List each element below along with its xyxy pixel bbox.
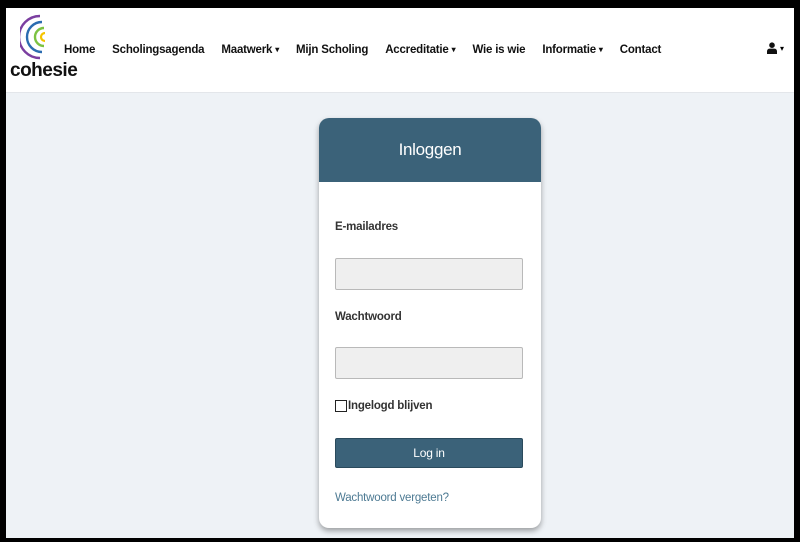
user-icon <box>766 42 777 54</box>
user-menu-button[interactable]: ▾ <box>766 42 784 54</box>
nav-item-informatie-label: Informatie <box>542 44 596 56</box>
remember-me-label[interactable]: Ingelogd blijven <box>348 400 433 412</box>
nav-item-contact-label: Contact <box>619 44 662 56</box>
chevron-down-icon: ▾ <box>598 45 603 54</box>
chevron-down-icon: ▾ <box>275 45 280 54</box>
password-label: Wachtwoord <box>335 311 402 323</box>
password-field[interactable] <box>335 347 523 379</box>
chevron-down-icon: ▾ <box>779 43 784 53</box>
login-card: Inloggen E-mailadres Wachtwoord Ingelogd… <box>319 118 541 528</box>
top-navbar: cohesie Home Scholingsagenda Maatwerk ▾ M… <box>6 8 794 93</box>
login-card-header: Inloggen <box>319 118 541 182</box>
nav-item-wie-is-wie[interactable]: Wie is wie <box>472 44 525 56</box>
nav-item-scholingsagenda-label: Scholingsagenda <box>112 44 205 56</box>
nav-item-accreditatie[interactable]: Accreditatie ▾ <box>385 44 455 56</box>
email-field[interactable] <box>335 258 523 290</box>
nav-item-accreditatie-label: Accreditatie <box>385 44 449 56</box>
remember-me-checkbox[interactable] <box>335 400 347 412</box>
nav-item-scholingsagenda[interactable]: Scholingsagenda <box>112 44 204 56</box>
nav-item-maatwerk[interactable]: Maatwerk ▾ <box>221 44 279 56</box>
browser-viewport: cohesie Home Scholingsagenda Maatwerk ▾ M… <box>6 8 794 538</box>
nav-item-informatie[interactable]: Informatie ▾ <box>542 44 603 56</box>
chevron-down-icon: ▾ <box>451 45 456 54</box>
logo-text: cohesie <box>10 60 78 81</box>
logo-arcs-icon <box>20 14 46 60</box>
nav-item-home[interactable]: Home <box>64 44 95 56</box>
nav-item-wie-is-wie-label: Wie is wie <box>472 44 526 56</box>
login-button[interactable]: Log in <box>335 438 523 468</box>
nav-item-mijn-scholing-label: Mijn Scholing <box>296 44 369 56</box>
nav-item-home-label: Home <box>64 44 96 56</box>
nav-item-mijn-scholing[interactable]: Mijn Scholing <box>296 44 368 56</box>
cohesie-logo[interactable]: cohesie <box>10 14 78 86</box>
nav-item-maatwerk-label: Maatwerk <box>221 44 273 56</box>
email-label: E-mailadres <box>335 221 398 233</box>
remember-me: Ingelogd blijven <box>335 400 433 412</box>
login-title: Inloggen <box>398 140 462 159</box>
main-nav: Home Scholingsagenda Maatwerk ▾ Mijn Scho… <box>64 44 678 56</box>
forgot-password-link[interactable]: Wachtwoord vergeten? <box>335 492 449 504</box>
nav-item-contact[interactable]: Contact <box>619 44 662 56</box>
